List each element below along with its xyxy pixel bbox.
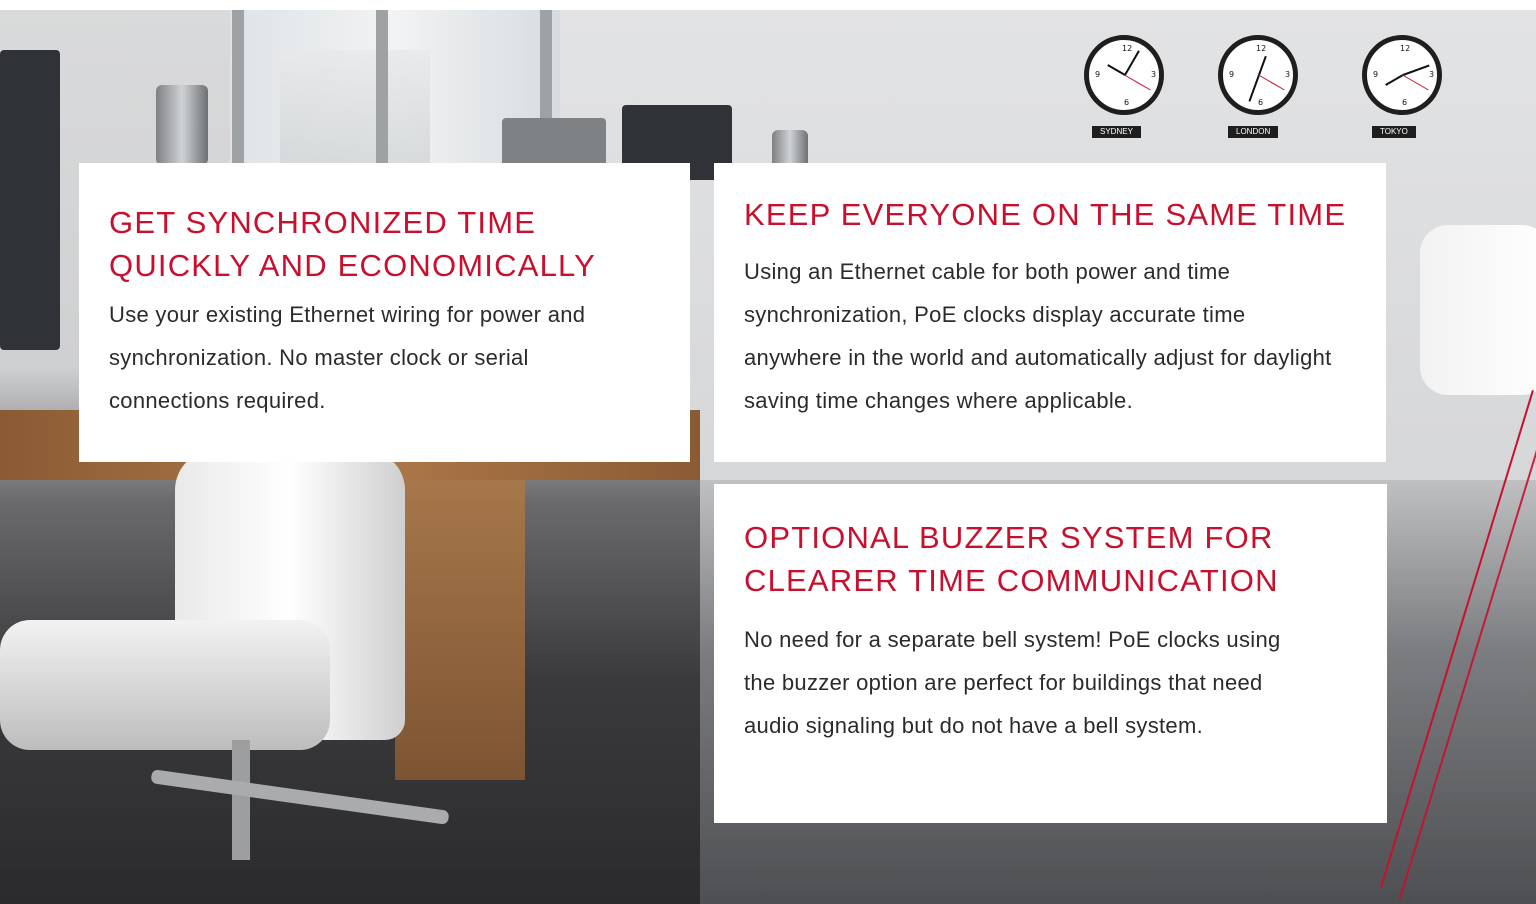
feature-card-same-time: KEEP EVERYONE ON THE SAME TIME Using an … — [714, 163, 1386, 462]
office-chair-post — [232, 740, 250, 860]
wooden-cabinet — [395, 480, 525, 780]
monitor — [0, 50, 60, 350]
feature-description: Using an Ethernet cable for both power a… — [744, 259, 1332, 413]
feature-title: OPTIONAL BUZZER SYSTEM FOR CLEARER TIME … — [744, 520, 1279, 598]
feature-card-buzzer-system: OPTIONAL BUZZER SYSTEM FOR CLEARER TIME … — [714, 484, 1387, 823]
feature-title: GET SYNCHRONIZED TIME QUICKLY AND ECONOM… — [109, 205, 597, 283]
conference-chair — [1420, 225, 1536, 395]
feature-description: No need for a separate bell system! PoE … — [744, 627, 1281, 738]
clock-label-london: LONDON — [1228, 126, 1279, 138]
clock-label-sydney: SYDNEY — [1092, 126, 1141, 138]
feature-description: Use your existing Ethernet wiring for po… — [109, 302, 586, 413]
desk-canister — [156, 85, 208, 165]
office-chair-seat — [0, 620, 330, 750]
wall-clock-icon: 12 3 69 — [1084, 35, 1164, 115]
clock-label-tokyo: TOKYO — [1372, 126, 1416, 138]
feature-card-synchronized-time: GET SYNCHRONIZED TIME QUICKLY AND ECONOM… — [79, 163, 690, 462]
wall-clock-icon: 12 3 69 — [1362, 35, 1442, 115]
wall-clock-icon: 12 3 69 — [1218, 35, 1298, 115]
feature-title: KEEP EVERYONE ON THE SAME TIME — [744, 197, 1347, 232]
